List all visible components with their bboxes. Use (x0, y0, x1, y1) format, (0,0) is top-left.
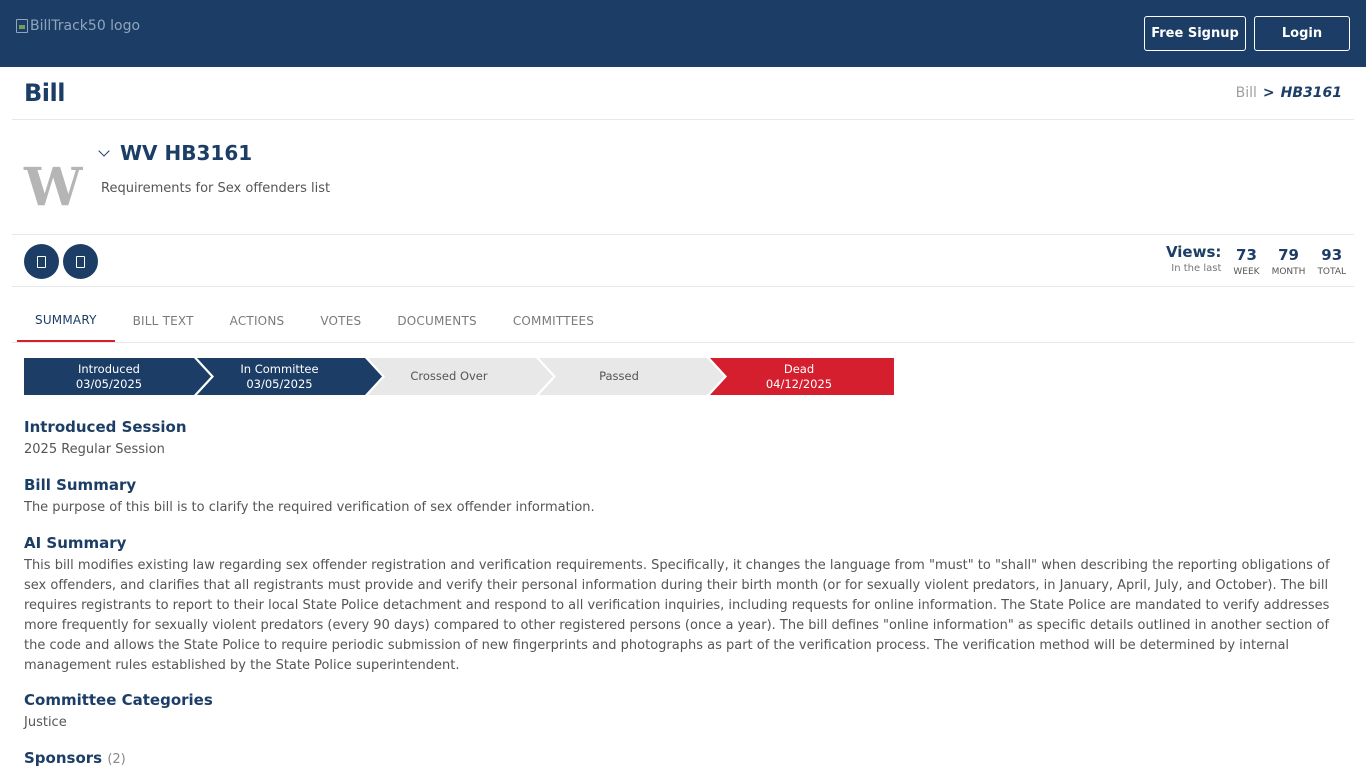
views-week-value: 73 (1236, 246, 1257, 264)
views-week-caption: WEEK (1233, 267, 1260, 277)
bill-summary-heading: Bill Summary (24, 476, 137, 494)
breadcrumb-separator: > (1262, 85, 1275, 101)
bookmark-icon (37, 255, 46, 268)
sponsors-count: (2) (107, 752, 126, 767)
tab-bill-text[interactable]: BILL TEXT (115, 300, 212, 342)
tab-summary[interactable]: SUMMARY (17, 300, 115, 342)
chevron-down-icon[interactable] (98, 146, 112, 160)
ai-summary-heading: AI Summary (24, 534, 127, 552)
views-month-value: 79 (1278, 246, 1299, 264)
progress-step-label: Passed (599, 369, 639, 383)
tab-votes[interactable]: VOTES (302, 300, 379, 342)
progress-step-date: 03/05/2025 (246, 376, 313, 391)
views-month-caption: MONTH (1271, 267, 1306, 277)
committee-categories-value[interactable]: Justice (24, 715, 67, 730)
tab-documents[interactable]: DOCUMENTS (379, 300, 495, 342)
divider (12, 119, 1354, 120)
bill-id-row[interactable]: WV HB3161 (98, 141, 252, 165)
breadcrumb-link-bill[interactable]: Bill (1236, 85, 1257, 101)
views-total: 93 TOTAL (1317, 244, 1346, 277)
progress-step-crossed-over: Crossed Over (368, 358, 530, 395)
bill-progress-tracker: Introduced 03/05/2025 In Committee 03/05… (24, 358, 894, 395)
page-title: Bill (24, 79, 65, 107)
progress-step-label: Dead (783, 361, 815, 376)
introduced-session-heading: Introduced Session (24, 418, 187, 436)
views-stats: Views: In the last 73 WEEK 79 MONTH 93 T… (1165, 243, 1346, 278)
progress-step-label: Crossed Over (410, 369, 488, 383)
logo-alt-text: BillTrack50 logo (30, 18, 141, 34)
views-total-value: 93 (1321, 246, 1343, 264)
bookmark-button[interactable] (24, 244, 59, 279)
progress-step-label: Introduced (78, 361, 140, 376)
divider (12, 234, 1354, 235)
breadcrumb: Bill > HB3161 (1236, 85, 1342, 101)
free-signup-button[interactable]: Free Signup (1144, 16, 1246, 51)
tab-committees[interactable]: COMMITTEES (495, 300, 612, 342)
share-button[interactable] (63, 244, 98, 279)
progress-step-date: 03/05/2025 (75, 376, 143, 391)
state-logo: W (24, 157, 83, 218)
sponsors-heading-label: Sponsors (24, 749, 103, 767)
progress-step-dead: Dead 04/12/2025 (710, 358, 888, 395)
views-label: Views: (1165, 243, 1222, 261)
divider (12, 342, 1354, 343)
progress-step-in-committee: In Committee 03/05/2025 (197, 358, 362, 395)
bill-description: Requirements for Sex offenders list (101, 181, 331, 196)
breadcrumb-current: HB3161 (1280, 85, 1342, 101)
ai-summary-text: This bill modifies existing law regardin… (24, 558, 1330, 673)
tab-bar: SUMMARY BILL TEXT ACTIONS VOTES DOCUMENT… (17, 300, 612, 342)
progress-step-introduced: Introduced 03/05/2025 (24, 358, 194, 395)
committee-categories-heading: Committee Categories (24, 691, 213, 709)
views-total-caption: TOTAL (1317, 267, 1346, 277)
login-button[interactable]: Login (1254, 16, 1350, 51)
top-navbar: BillTrack50 logo Free Signup Login (0, 0, 1366, 67)
views-label-block: Views: In the last (1165, 243, 1222, 275)
views-sub-label: In the last (1171, 263, 1222, 274)
sponsors-heading: Sponsors (2) (24, 749, 126, 767)
bill-summary-text: The purpose of this bill is to clarify t… (24, 500, 595, 515)
progress-step-label: In Committee (240, 361, 319, 376)
broken-image-icon (16, 19, 28, 33)
logo[interactable]: BillTrack50 logo (16, 18, 140, 34)
progress-step-passed: Passed (539, 358, 699, 395)
views-month: 79 MONTH (1272, 244, 1306, 277)
progress-step-date: 04/12/2025 (765, 376, 833, 391)
divider (12, 286, 1354, 287)
bill-id: WV HB3161 (120, 141, 253, 165)
views-week: 73 WEEK (1233, 244, 1259, 277)
tab-actions[interactable]: ACTIONS (212, 300, 303, 342)
introduced-session-value: 2025 Regular Session (24, 442, 165, 457)
share-icon (76, 255, 85, 268)
